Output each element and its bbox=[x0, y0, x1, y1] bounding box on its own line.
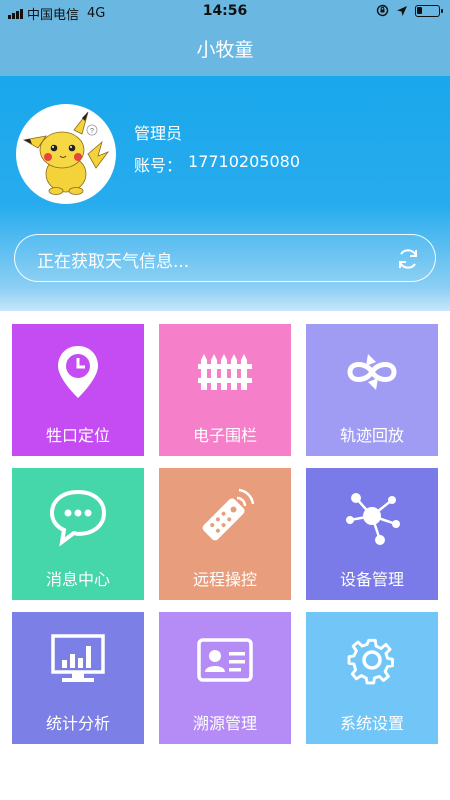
menu-remote-control[interactable]: 远程操控 bbox=[159, 468, 291, 600]
user-account: 账号： 17710205080 bbox=[134, 152, 300, 176]
menu-label: 消息中心 bbox=[45, 570, 110, 589]
account-label: 账号： bbox=[134, 156, 183, 175]
status-bar: 中国电信 4G 14:56 bbox=[0, 0, 450, 24]
network-nodes-icon bbox=[346, 493, 400, 545]
menu-livestock-location[interactable]: 牲口定位 bbox=[12, 324, 144, 456]
menu-label: 系统设置 bbox=[339, 714, 404, 733]
remote-control-icon bbox=[202, 488, 255, 541]
account-number: 17710205080 bbox=[188, 152, 300, 171]
nav-bar: 小牧童 bbox=[0, 24, 450, 76]
location-clock-icon bbox=[58, 346, 98, 398]
avatar[interactable]: ? bbox=[16, 104, 116, 204]
pikachu-avatar-icon: ? bbox=[22, 111, 110, 195]
status-right bbox=[376, 4, 443, 17]
gear-icon bbox=[347, 638, 394, 685]
profile-header: ? 管理员 账号： 17710205080 正在获取天气信息... bbox=[0, 76, 450, 311]
battery-icon bbox=[415, 4, 443, 17]
fence-icon bbox=[198, 354, 252, 390]
menu-label: 轨迹回放 bbox=[339, 426, 404, 445]
chat-bubble-icon bbox=[49, 489, 107, 546]
menu-traceability[interactable]: 溯源管理 bbox=[159, 612, 291, 744]
menu-label: 统计分析 bbox=[45, 714, 110, 733]
menu-label: 牲口定位 bbox=[45, 426, 110, 445]
svg-text:?: ? bbox=[90, 128, 94, 135]
menu-label: 远程操控 bbox=[192, 570, 257, 589]
menu-message-center[interactable]: 消息中心 bbox=[12, 468, 144, 600]
rotation-lock-icon bbox=[376, 4, 389, 17]
menu-label: 设备管理 bbox=[339, 570, 404, 589]
weather-text: 正在获取天气信息... bbox=[37, 252, 190, 272]
user-role: 管理员 bbox=[134, 124, 183, 143]
menu-electronic-fence[interactable]: 电子围栏 bbox=[159, 324, 291, 456]
location-arrow-icon bbox=[397, 5, 407, 16]
menu-track-playback[interactable]: 轨迹回放 bbox=[306, 324, 438, 456]
bar-chart-monitor-icon bbox=[51, 634, 105, 682]
refresh-icon[interactable] bbox=[395, 246, 421, 272]
loop-arrows-icon bbox=[347, 354, 397, 390]
menu-label: 电子围栏 bbox=[192, 426, 257, 445]
page-title: 小牧童 bbox=[196, 39, 254, 61]
menu-system-settings[interactable]: 系统设置 bbox=[306, 612, 438, 744]
weather-bar[interactable]: 正在获取天气信息... bbox=[14, 234, 436, 282]
menu-statistics[interactable]: 统计分析 bbox=[12, 612, 144, 744]
menu-label: 溯源管理 bbox=[192, 714, 257, 733]
id-card-icon bbox=[197, 638, 253, 682]
menu-device-management[interactable]: 设备管理 bbox=[306, 468, 438, 600]
